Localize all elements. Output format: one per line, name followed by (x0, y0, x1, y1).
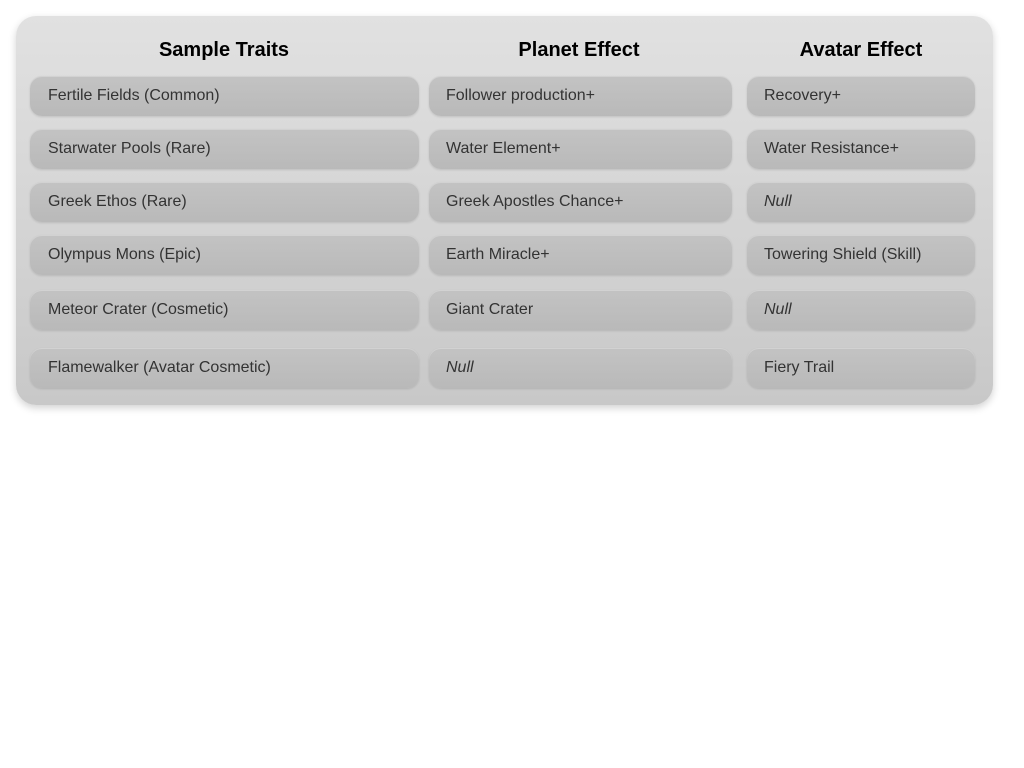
header-planet-effect: Planet Effect (518, 39, 640, 61)
trait-cell: Starwater Pools (Rare) (30, 129, 419, 169)
planet-effect-cell: Null (429, 348, 732, 388)
planet-effect-cell: Giant Crater (429, 290, 732, 330)
header-sample-traits: Sample Traits (158, 39, 290, 61)
avatar-effect-cell: Null (747, 290, 975, 330)
avatar-effect-cell: Water Resistance+ (747, 129, 975, 169)
trait-cell: Flamewalker (Avatar Cosmetic) (30, 348, 419, 388)
planet-effect-cell: Follower production+ (429, 76, 732, 116)
avatar-effect-cell: Fiery Trail (747, 348, 975, 388)
avatar-effect-cell: Towering Shield (Skill) (747, 235, 975, 275)
trait-cell: Olympus Mons (Epic) (30, 235, 419, 275)
avatar-effect-cell: Recovery+ (747, 76, 975, 116)
trait-cell: Meteor Crater (Cosmetic) (30, 290, 419, 330)
trait-cell: Fertile Fields (Common) (30, 76, 419, 116)
trait-cell: Greek Ethos (Rare) (30, 182, 419, 222)
traits-table-panel: Sample Traits Planet Effect Avatar Effec… (16, 16, 993, 405)
header-avatar-effect: Avatar Effect (799, 39, 923, 61)
planet-effect-cell: Earth Miracle+ (429, 235, 732, 275)
planet-effect-cell: Water Element+ (429, 129, 732, 169)
planet-effect-cell: Greek Apostles Chance+ (429, 182, 732, 222)
avatar-effect-cell: Null (747, 182, 975, 222)
